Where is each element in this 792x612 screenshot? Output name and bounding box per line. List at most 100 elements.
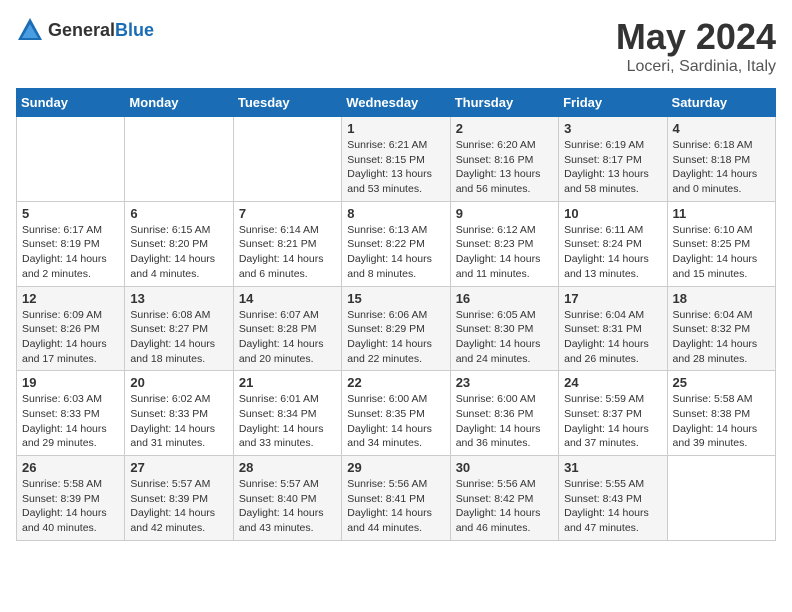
logo-general: General — [48, 20, 115, 40]
day-content: Sunrise: 6:10 AM Sunset: 8:25 PM Dayligh… — [673, 223, 770, 282]
header-saturday: Saturday — [667, 89, 775, 117]
day-number: 14 — [239, 291, 336, 306]
day-number: 9 — [456, 206, 553, 221]
day-number: 1 — [347, 121, 444, 136]
calendar-cell: 18 Sunrise: 6:04 AM Sunset: 8:32 PM Dayli… — [667, 286, 775, 371]
day-number: 18 — [673, 291, 770, 306]
header-tuesday: Tuesday — [233, 89, 341, 117]
logo: GeneralBlue — [16, 16, 154, 44]
day-content: Sunrise: 6:04 AM Sunset: 8:32 PM Dayligh… — [673, 308, 770, 367]
day-number: 24 — [564, 375, 661, 390]
calendar-cell: 6 Sunrise: 6:15 AM Sunset: 8:20 PM Daylig… — [125, 201, 233, 286]
calendar-cell: 3 Sunrise: 6:19 AM Sunset: 8:17 PM Daylig… — [559, 117, 667, 202]
day-number: 20 — [130, 375, 227, 390]
day-number: 11 — [673, 206, 770, 221]
header-sunday: Sunday — [17, 89, 125, 117]
day-content: Sunrise: 6:06 AM Sunset: 8:29 PM Dayligh… — [347, 308, 444, 367]
calendar-week-5: 26 Sunrise: 5:58 AM Sunset: 8:39 PM Dayli… — [17, 456, 776, 541]
day-content: Sunrise: 5:56 AM Sunset: 8:41 PM Dayligh… — [347, 477, 444, 536]
calendar-cell: 28 Sunrise: 5:57 AM Sunset: 8:40 PM Dayli… — [233, 456, 341, 541]
day-content: Sunrise: 6:09 AM Sunset: 8:26 PM Dayligh… — [22, 308, 119, 367]
calendar-cell: 23 Sunrise: 6:00 AM Sunset: 8:36 PM Dayli… — [450, 371, 558, 456]
day-content: Sunrise: 5:59 AM Sunset: 8:37 PM Dayligh… — [564, 392, 661, 451]
day-content: Sunrise: 5:57 AM Sunset: 8:40 PM Dayligh… — [239, 477, 336, 536]
day-content: Sunrise: 5:57 AM Sunset: 8:39 PM Dayligh… — [130, 477, 227, 536]
day-number: 5 — [22, 206, 119, 221]
title-area: May 2024 Loceri, Sardinia, Italy — [616, 16, 776, 76]
calendar-week-1: 1 Sunrise: 6:21 AM Sunset: 8:15 PM Daylig… — [17, 117, 776, 202]
day-content: Sunrise: 6:00 AM Sunset: 8:36 PM Dayligh… — [456, 392, 553, 451]
header-thursday: Thursday — [450, 89, 558, 117]
day-content: Sunrise: 6:21 AM Sunset: 8:15 PM Dayligh… — [347, 138, 444, 197]
header: GeneralBlue May 2024 Loceri, Sardinia, I… — [16, 16, 776, 76]
calendar-table: Sunday Monday Tuesday Wednesday Thursday… — [16, 88, 776, 541]
header-monday: Monday — [125, 89, 233, 117]
day-number: 13 — [130, 291, 227, 306]
calendar-cell: 29 Sunrise: 5:56 AM Sunset: 8:41 PM Dayli… — [342, 456, 450, 541]
logo-text: GeneralBlue — [48, 20, 154, 41]
day-number: 8 — [347, 206, 444, 221]
day-number: 26 — [22, 460, 119, 475]
day-content: Sunrise: 6:19 AM Sunset: 8:17 PM Dayligh… — [564, 138, 661, 197]
day-content: Sunrise: 5:56 AM Sunset: 8:42 PM Dayligh… — [456, 477, 553, 536]
day-number: 6 — [130, 206, 227, 221]
day-number: 23 — [456, 375, 553, 390]
calendar-week-4: 19 Sunrise: 6:03 AM Sunset: 8:33 PM Dayli… — [17, 371, 776, 456]
header-friday: Friday — [559, 89, 667, 117]
calendar-header: Sunday Monday Tuesday Wednesday Thursday… — [17, 89, 776, 117]
calendar-cell — [233, 117, 341, 202]
calendar-cell: 25Sunrise: 5:58 AM Sunset: 8:38 PM Dayli… — [667, 371, 775, 456]
day-content: Sunrise: 6:03 AM Sunset: 8:33 PM Dayligh… — [22, 392, 119, 451]
calendar-cell: 17 Sunrise: 6:04 AM Sunset: 8:31 PM Dayli… — [559, 286, 667, 371]
day-content: Sunrise: 6:11 AM Sunset: 8:24 PM Dayligh… — [564, 223, 661, 282]
day-content: Sunrise: 6:05 AM Sunset: 8:30 PM Dayligh… — [456, 308, 553, 367]
calendar-week-2: 5 Sunrise: 6:17 AM Sunset: 8:19 PM Daylig… — [17, 201, 776, 286]
calendar-cell: 8 Sunrise: 6:13 AM Sunset: 8:22 PM Daylig… — [342, 201, 450, 286]
day-number: 29 — [347, 460, 444, 475]
calendar-cell: 12 Sunrise: 6:09 AM Sunset: 8:26 PM Dayli… — [17, 286, 125, 371]
calendar-cell: 13 Sunrise: 6:08 AM Sunset: 8:27 PM Dayli… — [125, 286, 233, 371]
day-number: 12 — [22, 291, 119, 306]
calendar-cell: 27Sunrise: 5:57 AM Sunset: 8:39 PM Dayli… — [125, 456, 233, 541]
header-row: Sunday Monday Tuesday Wednesday Thursday… — [17, 89, 776, 117]
calendar-cell: 11 Sunrise: 6:10 AM Sunset: 8:25 PM Dayli… — [667, 201, 775, 286]
day-content: Sunrise: 5:58 AM Sunset: 8:38 PM Dayligh… — [673, 392, 770, 451]
day-number: 28 — [239, 460, 336, 475]
calendar-cell — [125, 117, 233, 202]
day-number: 31 — [564, 460, 661, 475]
calendar-cell: 20 Sunrise: 6:02 AM Sunset: 8:33 PM Dayli… — [125, 371, 233, 456]
calendar-cell: 16Sunrise: 6:05 AM Sunset: 8:30 PM Dayli… — [450, 286, 558, 371]
day-content: Sunrise: 6:20 AM Sunset: 8:16 PM Dayligh… — [456, 138, 553, 197]
day-content: Sunrise: 6:00 AM Sunset: 8:35 PM Dayligh… — [347, 392, 444, 451]
calendar-title: May 2024 — [616, 16, 776, 58]
day-number: 10 — [564, 206, 661, 221]
header-wednesday: Wednesday — [342, 89, 450, 117]
day-number: 2 — [456, 121, 553, 136]
calendar-week-3: 12 Sunrise: 6:09 AM Sunset: 8:26 PM Dayli… — [17, 286, 776, 371]
day-content: Sunrise: 6:12 AM Sunset: 8:23 PM Dayligh… — [456, 223, 553, 282]
day-content: Sunrise: 6:14 AM Sunset: 8:21 PM Dayligh… — [239, 223, 336, 282]
day-content: Sunrise: 6:17 AM Sunset: 8:19 PM Dayligh… — [22, 223, 119, 282]
day-content: Sunrise: 6:18 AM Sunset: 8:18 PM Dayligh… — [673, 138, 770, 197]
day-content: Sunrise: 5:58 AM Sunset: 8:39 PM Dayligh… — [22, 477, 119, 536]
day-content: Sunrise: 6:04 AM Sunset: 8:31 PM Dayligh… — [564, 308, 661, 367]
day-number: 17 — [564, 291, 661, 306]
day-content: Sunrise: 6:08 AM Sunset: 8:27 PM Dayligh… — [130, 308, 227, 367]
calendar-cell: 1 Sunrise: 6:21 AM Sunset: 8:15 PM Daylig… — [342, 117, 450, 202]
day-content: Sunrise: 6:07 AM Sunset: 8:28 PM Dayligh… — [239, 308, 336, 367]
day-number: 3 — [564, 121, 661, 136]
calendar-cell: 4Sunrise: 6:18 AM Sunset: 8:18 PM Daylig… — [667, 117, 775, 202]
calendar-cell: 9 Sunrise: 6:12 AM Sunset: 8:23 PM Daylig… — [450, 201, 558, 286]
calendar-cell: 10 Sunrise: 6:11 AM Sunset: 8:24 PM Dayli… — [559, 201, 667, 286]
day-number: 7 — [239, 206, 336, 221]
day-content: Sunrise: 6:02 AM Sunset: 8:33 PM Dayligh… — [130, 392, 227, 451]
calendar-cell: 31Sunrise: 5:55 AM Sunset: 8:43 PM Dayli… — [559, 456, 667, 541]
day-content: Sunrise: 6:13 AM Sunset: 8:22 PM Dayligh… — [347, 223, 444, 282]
logo-blue: Blue — [115, 20, 154, 40]
calendar-cell: 15Sunrise: 6:06 AM Sunset: 8:29 PM Dayli… — [342, 286, 450, 371]
day-number: 19 — [22, 375, 119, 390]
calendar-cell: 2 Sunrise: 6:20 AM Sunset: 8:16 PM Daylig… — [450, 117, 558, 202]
calendar-cell: 19 Sunrise: 6:03 AM Sunset: 8:33 PM Dayli… — [17, 371, 125, 456]
day-content: Sunrise: 6:15 AM Sunset: 8:20 PM Dayligh… — [130, 223, 227, 282]
calendar-cell — [667, 456, 775, 541]
